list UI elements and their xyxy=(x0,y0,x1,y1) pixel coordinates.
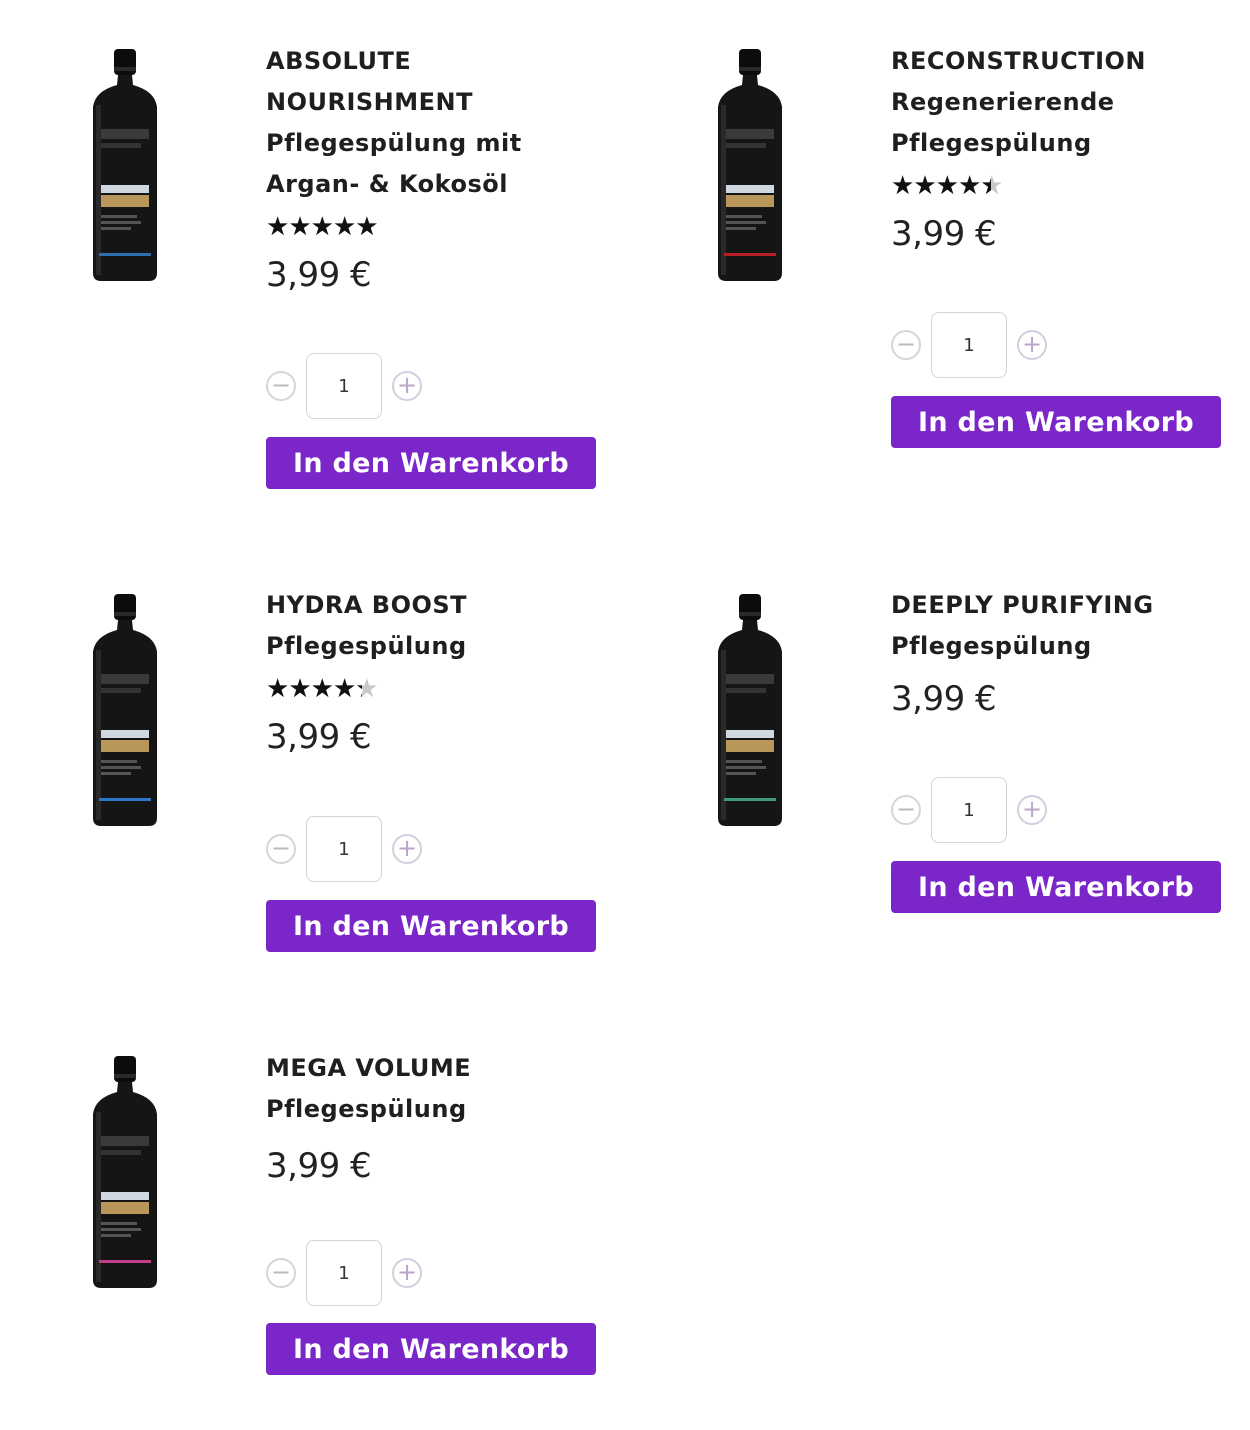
add-to-cart-button[interactable]: In den Warenkorb xyxy=(891,396,1221,448)
star-icon: ★★ xyxy=(957,171,981,201)
quantity-field[interactable] xyxy=(931,777,1007,843)
product-title[interactable]: RECONSTRUCTION Regenerierende Pflegespül… xyxy=(891,41,1250,164)
star-icon: ★★ xyxy=(266,212,289,242)
product-image[interactable] xyxy=(710,45,790,285)
decrease-quantity-button[interactable]: − xyxy=(266,1258,296,1288)
star-icon: ★★ xyxy=(332,674,356,704)
star-icon: ★★ xyxy=(288,674,311,704)
star-rating: ★★★★★★★★★★ xyxy=(891,164,1250,208)
quantity-stepper: − + xyxy=(266,816,422,882)
product-image[interactable] xyxy=(85,45,165,285)
add-to-cart-button[interactable]: In den Warenkorb xyxy=(891,861,1221,913)
star-icon: ★★ xyxy=(332,212,356,242)
product-info: HYDRA BOOST Pflegespülung ★★★★★★★★★★ 3,9… xyxy=(266,585,626,763)
star-icon: ★★ xyxy=(891,171,914,201)
title-line: DEEPLY PURIFYING xyxy=(891,591,1154,619)
star-icon: ★★ xyxy=(310,674,334,704)
title-line: Argan- & Kokosöl xyxy=(266,170,508,198)
price: 3,99 € xyxy=(891,679,997,719)
title-line: ABSOLUTE xyxy=(266,47,412,75)
increase-quantity-button[interactable]: + xyxy=(392,371,422,401)
title-line: Pflegespülung mit xyxy=(266,129,522,157)
title-line: HYDRA BOOST xyxy=(266,591,468,619)
product-info: DEEPLY PURIFYING Pflegespülung 3,99 € xyxy=(891,585,1250,725)
quantity-stepper: − + xyxy=(266,1240,422,1306)
price: 3,99 € xyxy=(891,214,997,254)
title-line: Pflegespülung xyxy=(266,632,467,660)
price: 3,99 € xyxy=(266,717,372,757)
decrease-quantity-button[interactable]: − xyxy=(891,330,921,360)
star-icon: ★★ xyxy=(310,212,334,242)
increase-quantity-button[interactable]: + xyxy=(392,834,422,864)
title-line: Pflegespülung xyxy=(266,1095,467,1123)
title-line: Regenerierende xyxy=(891,88,1115,116)
title-line: MEGA VOLUME xyxy=(266,1054,472,1082)
star-icon: ★★ xyxy=(913,171,936,201)
star-icon: ★★ xyxy=(266,674,289,704)
product-title[interactable]: HYDRA BOOST Pflegespülung xyxy=(266,585,626,667)
quantity-stepper: − + xyxy=(266,353,422,419)
title-line: Pflegespülung xyxy=(891,129,1092,157)
product-info: RECONSTRUCTION Regenerierende Pflegespül… xyxy=(891,41,1250,260)
add-to-cart-button[interactable]: In den Warenkorb xyxy=(266,900,596,952)
add-to-cart-button[interactable]: In den Warenkorb xyxy=(266,437,596,489)
title-line: Pflegespülung xyxy=(891,632,1092,660)
increase-quantity-button[interactable]: + xyxy=(1017,795,1047,825)
decrease-quantity-button[interactable]: − xyxy=(266,371,296,401)
add-to-cart-button[interactable]: In den Warenkorb xyxy=(266,1323,596,1375)
quantity-stepper: − + xyxy=(891,312,1047,378)
product-image[interactable] xyxy=(85,590,165,830)
quantity-field[interactable] xyxy=(306,353,382,419)
star-rating: ★★★★★★★★★★ xyxy=(266,667,626,711)
quantity-field[interactable] xyxy=(931,312,1007,378)
increase-quantity-button[interactable]: + xyxy=(392,1258,422,1288)
product-image[interactable] xyxy=(85,1052,165,1292)
price: 3,99 € xyxy=(266,255,372,295)
increase-quantity-button[interactable]: + xyxy=(1017,330,1047,360)
product-info: MEGA VOLUME Pflegespülung 3,99 € xyxy=(266,1048,626,1192)
title-line: NOURISHMENT xyxy=(266,88,473,116)
product-title[interactable]: MEGA VOLUME Pflegespülung xyxy=(266,1048,626,1130)
star-icon: ★★ xyxy=(980,171,1003,201)
star-icon: ★★ xyxy=(935,171,959,201)
product-title[interactable]: ABSOLUTE NOURISHMENT Pflegespülung mit A… xyxy=(266,41,626,205)
star-rating: ★★★★★★★★★★ xyxy=(266,205,626,249)
star-icon: ★★ xyxy=(355,674,378,704)
star-icon: ★★ xyxy=(288,212,311,242)
product-info: ABSOLUTE NOURISHMENT Pflegespülung mit A… xyxy=(266,41,626,301)
decrease-quantity-button[interactable]: − xyxy=(266,834,296,864)
price: 3,99 € xyxy=(266,1146,372,1186)
star-icon: ★★ xyxy=(355,212,378,242)
quantity-field[interactable] xyxy=(306,1240,382,1306)
quantity-stepper: − + xyxy=(891,777,1047,843)
product-image[interactable] xyxy=(710,590,790,830)
product-title[interactable]: DEEPLY PURIFYING Pflegespülung xyxy=(891,585,1250,667)
title-line: RECONSTRUCTION xyxy=(891,47,1147,75)
decrease-quantity-button[interactable]: − xyxy=(891,795,921,825)
quantity-field[interactable] xyxy=(306,816,382,882)
